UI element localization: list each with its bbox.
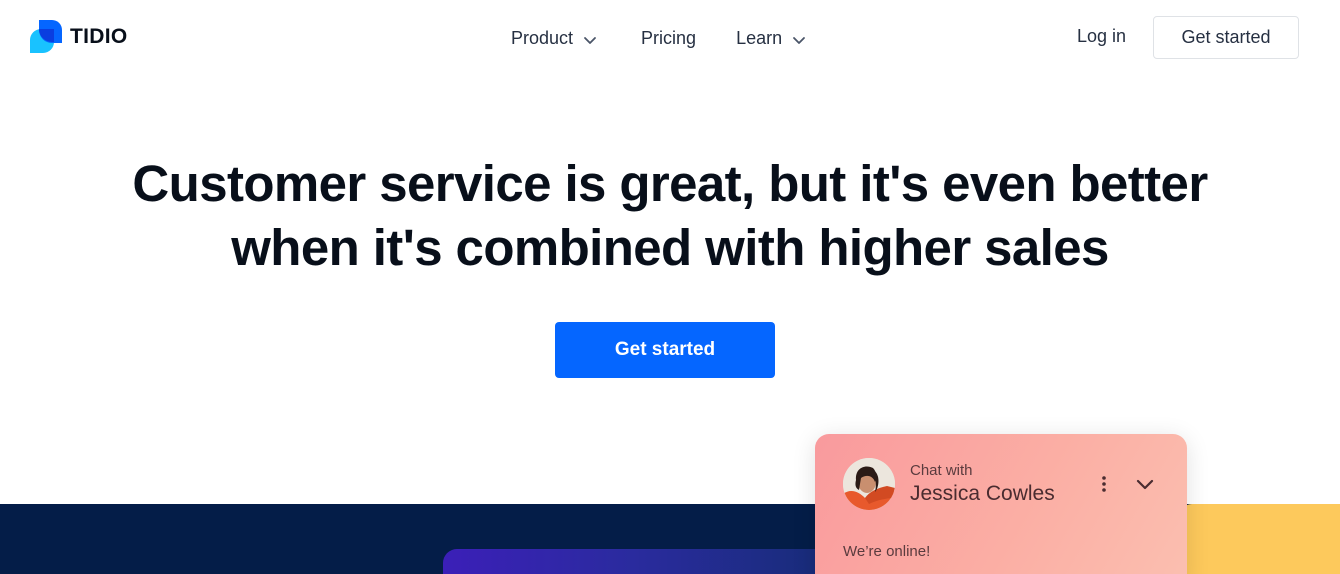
nav-item-learn-label: Learn [736, 27, 783, 48]
chevron-down-icon [792, 31, 806, 45]
main-menu: Product Pricing Learn [511, 25, 806, 51]
chat-status-text: We’re online! [843, 543, 931, 560]
brand-name: TIDIO [70, 24, 128, 48]
top-navigation: TIDIO Product Pricing Learn Log in Get s… [0, 0, 1340, 76]
nav-item-pricing-label: Pricing [641, 27, 697, 48]
hero-title-line-1: Customer service is great, but it's even… [0, 152, 1340, 216]
hero-title-line-2: when it's combined with higher sales [231, 219, 1109, 276]
hero-title-regular: Customer service is great, but it's [132, 155, 943, 212]
tidio-logo-icon [30, 20, 62, 53]
nav-item-learn[interactable]: Learn [736, 28, 806, 49]
tidio-logo[interactable]: TIDIO [30, 20, 128, 53]
nav-item-product[interactable]: Product [511, 28, 597, 49]
nav-get-started-button[interactable]: Get started [1153, 16, 1299, 59]
login-link[interactable]: Log in [1077, 26, 1126, 47]
chat-agent-name: Jessica Cowles [910, 482, 1055, 505]
feature-preview-card [443, 549, 863, 574]
nav-item-pricing[interactable]: Pricing [641, 28, 696, 49]
chevron-down-icon [583, 31, 597, 45]
chat-widget[interactable]: Chat with Jessica Cowles We’re online! [815, 434, 1187, 574]
nav-item-product-label: Product [511, 27, 574, 48]
chevron-down-icon[interactable] [1135, 475, 1155, 493]
feature-accent-shape [1180, 504, 1340, 574]
chat-with-label: Chat with [910, 462, 973, 479]
hero-get-started-button[interactable]: Get started [555, 322, 775, 378]
hero-title-emphasis: even better [942, 155, 1208, 212]
avatar [843, 458, 895, 510]
hero-title: Customer service is great, but it's even… [0, 152, 1340, 280]
more-vertical-icon[interactable] [1096, 475, 1112, 493]
